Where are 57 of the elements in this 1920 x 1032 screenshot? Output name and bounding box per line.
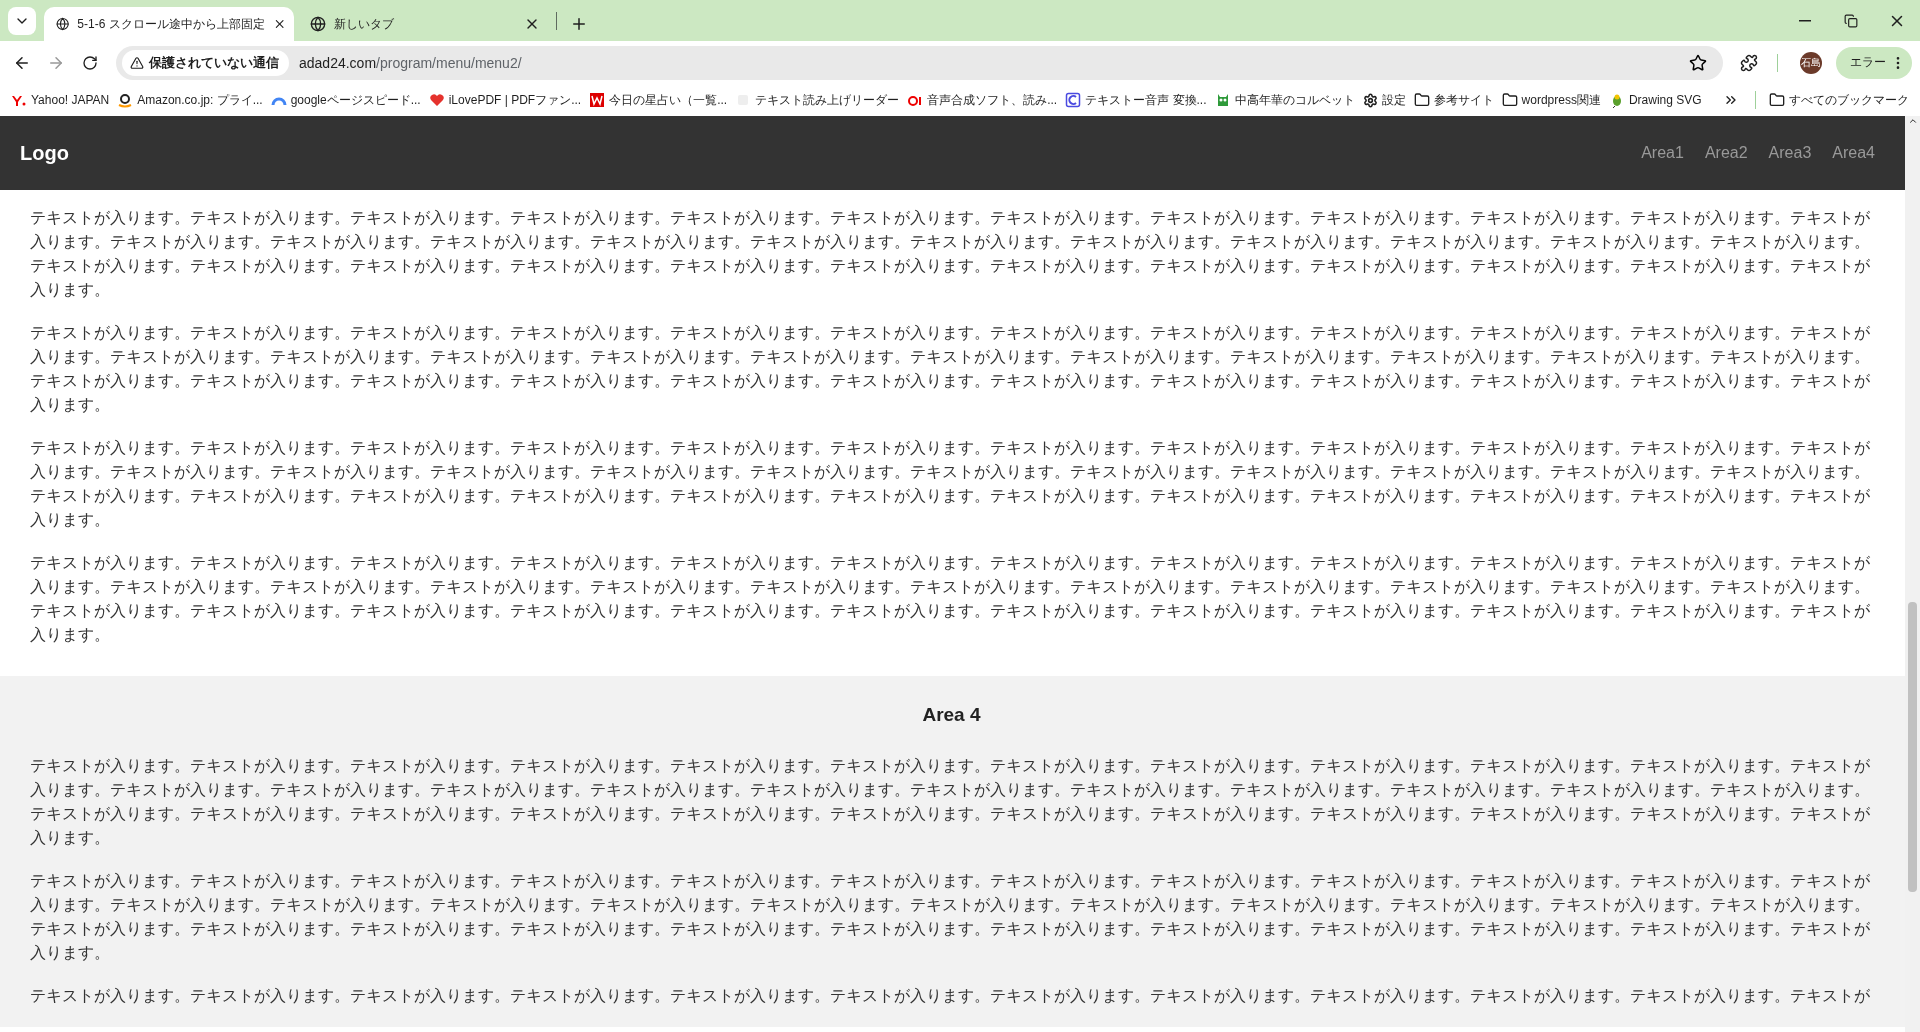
bookmark-item[interactable]: 中高年華のコルベット: [1211, 87, 1358, 113]
folder-icon: [1501, 92, 1518, 108]
nav-link[interactable]: Area2: [1704, 144, 1748, 162]
reload-icon: [82, 54, 98, 71]
paragraph: テキストが入ります。テキストが入ります。テキストが入ります。テキストが入ります。テキストが入ります。テキストが入ります。テキストが入ります。テキストが入ります。テキストが入ります。テキストが入ります。テキストが入ります。テキストが入ります。テキストが入ります。テキストが入ります。テキストが入ります。テキストが入ります。テキストが入ります。テキストが入ります。テキストが入ります。テキストが入ります。テキストが入ります。テキストが入ります。テキストが入ります。テキストが入ります。テキストが入ります。テキストが入ります。テキストが入ります。テキストが入ります。テキストが入ります。テキストが入ります。テキストが入ります。テキストが入ります。テキストが入ります。テキストが入ります。テキストが入ります。: [30, 871, 1871, 963]
globe-icon: [56, 16, 70, 32]
plus-icon: [570, 15, 588, 33]
heart-icon: [428, 92, 445, 108]
puzzle-icon: [1740, 53, 1758, 72]
bookmark-item[interactable]: テキスト読み上げリーダー: [732, 87, 903, 113]
paragraph: テキストが入ります。テキストが入ります。テキストが入ります。テキストが入ります。テキストが入ります。テキストが入ります。テキストが入ります。テキストが入ります。テキストが入ります。テキストが入ります。テキストが入ります。テキストが入ります。テキストが入ります。テキストが入ります。テキストが入ります。テキストが入ります。テキストが入ります。テキストが入ります。テキストが入ります。テキストが入ります。テキストが入ります。テキストが入ります。テキストが入ります。テキストが入ります。テキストが入ります。テキストが入ります。テキストが入ります。テキストが入ります。テキストが入ります。テキストが入ります。テキストが入ります。テキストが入ります。テキストが入ります。テキストが入ります。テキストが入ります。: [30, 553, 1871, 645]
tab-title: 新しいタブ: [334, 15, 395, 33]
bookmark-item[interactable]: 参考サイト: [1410, 87, 1497, 113]
bookmark-star-icon[interactable]: [1689, 53, 1707, 72]
bookmark-item[interactable]: Yahoo! JAPAN: [8, 87, 113, 113]
paragraph: テキストが入ります。テキストが入ります。テキストが入ります。テキストが入ります。テキストが入ります。テキストが入ります。テキストが入ります。テキストが入ります。テキストが入ります。テキストが入ります。テキストが入ります。テキストが入ります。テキストが入ります。テキストが入ります。テキストが入ります。テキストが入ります。テキストが入ります。テキストが入ります。テキストが入ります。テキストが入ります。テキストが入ります。テキストが入ります。テキストが入ります。テキストが入ります。テキストが入ります。テキストが入ります。テキストが入ります。テキストが入ります。テキストが入ります。テキストが入ります。テキストが入ります。テキストが入ります。テキストが入ります。テキストが入ります。テキストが入ります。: [30, 323, 1871, 415]
error-button[interactable]: エラー: [1836, 46, 1912, 79]
globe-icon: [310, 16, 326, 32]
warning-icon: [130, 55, 144, 70]
profile-avatar[interactable]: 石島: [1800, 51, 1822, 74]
amazon-favicon-icon: [117, 92, 134, 108]
nav-link[interactable]: Area3: [1768, 144, 1812, 162]
bookmark-item[interactable]: googleページスピード...: [267, 87, 424, 113]
bookmark-item[interactable]: iLovePDF | PDFファン...: [425, 87, 585, 113]
browser-tab[interactable]: 5-1-6 スクロール途中から上部固定: [44, 7, 294, 41]
nav-link[interactable]: Area4: [1832, 144, 1875, 162]
bookmark-item[interactable]: wordpress関連: [1498, 87, 1604, 113]
square-favicon-icon: [589, 92, 606, 108]
section-heading: Area 4: [921, 704, 982, 726]
folder-icon: [1413, 92, 1430, 108]
scroll-up-icon[interactable]: [1907, 116, 1918, 126]
url-text: adad24.com/program/menu/menu2/: [299, 54, 523, 71]
paragraph: テキストが入ります。テキストが入ります。テキストが入ります。テキストが入ります。テキストが入ります。テキストが入ります。テキストが入ります。テキストが入ります。テキストが入ります。テキストが入ります。テキストが入ります。テキストが入ります。テキストが入ります。テキストが入ります。テキストが入ります。テキストが入ります。テキストが入ります。テキストが入ります。テキストが入ります。テキストが入ります。テキストが入ります。テキストが入ります。テキストが入ります。テキストが入ります。テキストが入ります。テキストが入ります。テキストが入ります。テキストが入ります。テキストが入ります。テキストが入ります。テキストが入ります。テキストが入ります。テキストが入ります。テキストが入ります。テキストが入ります。: [30, 438, 1871, 530]
paragraph: テキストが入ります。テキストが入ります。テキストが入ります。テキストが入ります。テキストが入ります。テキストが入ります。テキストが入ります。テキストが入ります。テキストが入ります。テキストが入ります。テキストが入ります。テキストが入ります。テキストが入ります。テキストが入ります。テキストが入ります。テキストが入ります。テキストが入ります。テキストが入ります。テキストが入ります。テキストが入ります。テキストが入ります。テキストが入ります。テキストが入ります。テキストが入ります。テキストが入ります。テキストが入ります。テキストが入ります。テキストが入ります。テキストが入ります。テキストが入ります。テキストが入ります。テキストが入ります。テキストが入ります。テキストが入ります。テキストが入ります。: [30, 756, 1871, 848]
settings-icon: [1362, 92, 1378, 108]
tab-title: 5-1-6 スクロール途中から上部固定: [77, 15, 265, 33]
tab-search-button[interactable]: [8, 7, 36, 35]
minimize-icon: [1799, 19, 1811, 22]
browser-tab[interactable]: 新しいタブ: [298, 7, 548, 41]
nav-link[interactable]: Area1: [1641, 144, 1684, 162]
bookmark-item[interactable]: 今日の星占い（一覧...: [586, 87, 731, 113]
address-bar[interactable]: 保護されていない通信 adad24.com/program/menu/menu2/: [116, 45, 1723, 80]
bookmark-item[interactable]: Drawing SVG: [1605, 87, 1705, 113]
scrollbar[interactable]: [1905, 116, 1920, 1032]
bookmark-item[interactable]: 音声合成ソフト、読み...: [904, 87, 1061, 113]
all-bookmarks-item[interactable]: すべてのブックマーク: [1766, 87, 1912, 113]
restore-icon: [1844, 13, 1858, 28]
scrollbar-thumb[interactable]: [1908, 602, 1917, 892]
folder-icon: [1769, 92, 1785, 108]
security-chip[interactable]: 保護されていない通信: [122, 49, 289, 76]
bookmark-item[interactable]: Amazon.co.jp: プライ...: [114, 87, 266, 113]
bookmark-item[interactable]: テキストー音声 変換...: [1062, 87, 1210, 113]
bookmark-item[interactable]: 設定: [1359, 87, 1409, 113]
paragraph: テキストが入ります。テキストが入ります。テキストが入ります。テキストが入ります。テキストが入ります。テキストが入ります。テキストが入ります。テキストが入ります。テキストが入ります。テキストが入ります。テキストが入ります。テキストが: [30, 986, 1871, 1006]
outlined-square-favicon-icon: [1065, 92, 1082, 108]
logo[interactable]: Logo: [20, 141, 69, 165]
paragraph: テキストが入ります。テキストが入ります。テキストが入ります。テキストが入ります。テキストが入ります。テキストが入ります。テキストが入ります。テキストが入ります。テキストが入ります。テキストが入ります。テキストが入ります。テキストが入ります。テキストが入ります。テキストが入ります。テキストが入ります。テキストが入ります。テキストが入ります。テキストが入ります。テキストが入ります。テキストが入ります。テキストが入ります。テキストが入ります。テキストが入ります。テキストが入ります。テキストが入ります。テキストが入ります。テキストが入ります。テキストが入ります。テキストが入ります。テキストが入ります。テキストが入ります。テキストが入ります。テキストが入ります。テキストが入ります。テキストが入ります。: [30, 208, 1871, 300]
